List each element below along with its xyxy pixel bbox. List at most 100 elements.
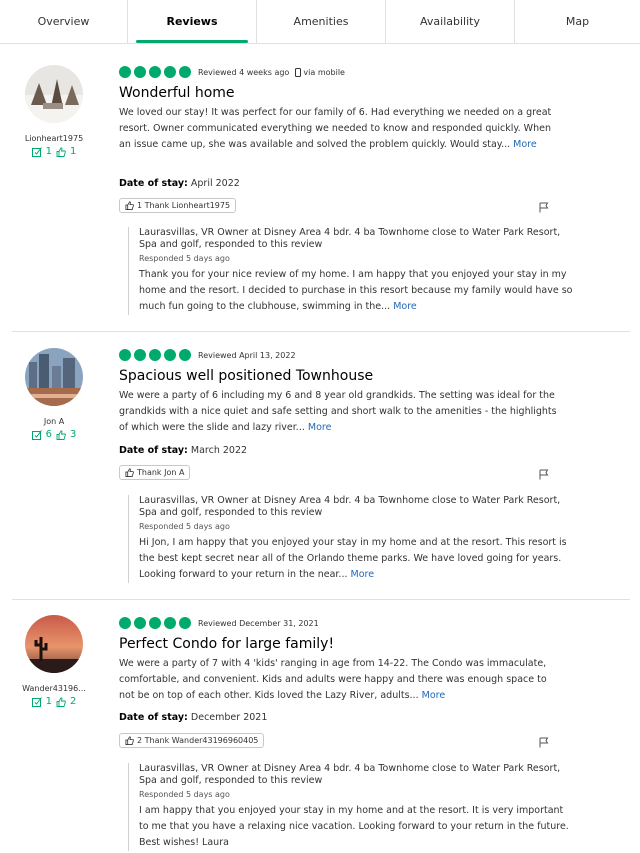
response-body: I am happy that you enjoyed your stay in…	[139, 805, 569, 848]
date-of-stay-value: April 2022	[190, 178, 240, 189]
response-date: Responded 5 days ago	[139, 790, 230, 799]
thumbs-up-icon	[56, 429, 66, 440]
review-date: Reviewed December 31, 2021	[198, 619, 319, 628]
review-device: via mobile	[303, 68, 345, 77]
date-of-stay-label: Date of stay:	[119, 178, 188, 189]
rating-bubble	[134, 617, 146, 629]
review-meta: Reviewed 4 weeks ago via mobile	[198, 68, 345, 77]
flag-icon[interactable]	[539, 469, 549, 480]
response-date: Responded 5 days ago	[139, 254, 230, 263]
response-text: I am happy that you enjoyed your stay in…	[139, 803, 574, 851]
flag-icon[interactable]	[539, 737, 549, 748]
avatar[interactable]	[25, 348, 83, 406]
response-title: Laurasvillas, VR Owner at Disney Area 4 …	[139, 227, 561, 250]
thumbs-up-icon	[125, 468, 134, 477]
owner-response: Laurasvillas, VR Owner at Disney Area 4 …	[128, 227, 574, 315]
response-text: Hi Jon, I am happy that you enjoyed your…	[139, 535, 574, 583]
rating-bubble	[119, 617, 131, 629]
rating-bubble	[119, 66, 131, 78]
date-of-stay-value: March 2022	[190, 445, 248, 456]
contributions-count: 1	[45, 696, 52, 707]
review-title[interactable]: Spacious well positioned Townhouse	[119, 368, 373, 384]
tab-bar: Overview Reviews Amenities Availability …	[0, 0, 640, 44]
username[interactable]: Lionheart1975	[12, 134, 96, 143]
thank-label: Thank Jon A	[137, 468, 185, 477]
response-body: Thank you for your nice review of my hom…	[139, 269, 573, 312]
response-title: Laurasvillas, VR Owner at Disney Area 4 …	[139, 495, 561, 518]
review-text: We were a party of 6 including my 6 and …	[119, 388, 559, 436]
thank-label: 2 Thank Wander43196960405	[137, 736, 259, 745]
review-text: We were a party of 7 with 4 'kids' rangi…	[119, 656, 559, 704]
username[interactable]: Jon A	[12, 417, 96, 426]
owner-response: Laurasvillas, VR Owner at Disney Area 4 …	[128, 495, 574, 583]
thank-button[interactable]: Thank Jon A	[119, 465, 191, 480]
review-text: We loved our stay! It was perfect for ou…	[119, 105, 559, 153]
contributions-count: 1	[45, 146, 52, 157]
user-counts: 6 3	[12, 429, 96, 440]
rating-bubble	[164, 66, 176, 78]
contribution-icon	[31, 696, 42, 707]
response-text: Thank you for your nice review of my hom…	[139, 267, 574, 315]
contribution-icon	[31, 429, 42, 440]
review-body: We were a party of 6 including my 6 and …	[119, 390, 557, 433]
date-of-stay: Date of stay: March 2022	[119, 445, 247, 456]
bubble-rating	[119, 349, 191, 361]
read-more-link[interactable]: More	[393, 301, 417, 312]
response-date: Responded 5 days ago	[139, 522, 230, 531]
date-of-stay-label: Date of stay:	[119, 712, 188, 723]
review-date: Reviewed April 13, 2022	[198, 351, 296, 360]
review-body: We were a party of 7 with 4 'kids' rangi…	[119, 658, 547, 701]
thumbs-up-icon	[56, 146, 66, 157]
read-more-link[interactable]: More	[513, 139, 537, 150]
rating-bubble	[179, 617, 191, 629]
username[interactable]: Wander43196...	[12, 684, 96, 693]
flag-icon[interactable]	[539, 202, 549, 213]
date-of-stay-label: Date of stay:	[119, 445, 188, 456]
date-of-stay: Date of stay: December 2021	[119, 712, 267, 723]
tab-overview[interactable]: Overview	[0, 0, 128, 43]
review-card: Jon A 6 3 Reviewed April 13, 2022 Spacio…	[12, 333, 630, 600]
review-meta: Reviewed December 31, 2021	[198, 619, 319, 628]
helpful-count: 1	[70, 146, 77, 157]
review-date: Reviewed 4 weeks ago	[198, 68, 290, 77]
review-title[interactable]: Wonderful home	[119, 85, 235, 101]
tab-amenities[interactable]: Amenities	[257, 0, 386, 43]
review-body: We loved our stay! It was perfect for ou…	[119, 107, 552, 150]
review-title[interactable]: Perfect Condo for large family!	[119, 636, 334, 652]
rating-bubble	[134, 66, 146, 78]
review-card: Lionheart1975 1 1 Reviewed 4 weeks ago v…	[12, 50, 630, 332]
bubble-rating	[119, 66, 191, 78]
thank-button[interactable]: 2 Thank Wander43196960405	[119, 733, 265, 748]
review-meta: Reviewed April 13, 2022	[198, 351, 296, 360]
rating-bubble	[149, 617, 161, 629]
owner-response: Laurasvillas, VR Owner at Disney Area 4 …	[128, 763, 574, 851]
helpful-count: 3	[70, 429, 77, 440]
rating-bubble	[134, 349, 146, 361]
rating-bubble	[149, 349, 161, 361]
rating-bubble	[179, 349, 191, 361]
thank-button[interactable]: 1 Thank Lionheart1975	[119, 198, 237, 213]
rating-bubble	[164, 617, 176, 629]
review-card: Wander43196... 1 2 Reviewed December 31,…	[12, 601, 630, 853]
tab-availability[interactable]: Availability	[386, 0, 515, 43]
avatar[interactable]	[25, 615, 83, 673]
bubble-rating	[119, 617, 191, 629]
thumbs-up-icon	[125, 201, 134, 210]
read-more-link[interactable]: More	[351, 569, 375, 580]
rating-bubble	[119, 349, 131, 361]
date-of-stay-value: December 2021	[190, 712, 268, 723]
user-counts: 1 1	[12, 146, 96, 157]
user-counts: 1 2	[12, 696, 96, 707]
tab-reviews[interactable]: Reviews	[128, 0, 257, 43]
helpful-count: 2	[70, 696, 77, 707]
avatar[interactable]	[25, 65, 83, 123]
rating-bubble	[149, 66, 161, 78]
thank-label: 1 Thank Lionheart1975	[137, 201, 231, 210]
rating-bubble	[164, 349, 176, 361]
contribution-icon	[31, 146, 42, 157]
read-more-link[interactable]: More	[308, 422, 332, 433]
tab-map[interactable]: Map	[515, 0, 640, 43]
read-more-link[interactable]: More	[422, 690, 446, 701]
thumbs-up-icon	[125, 736, 134, 745]
response-title: Laurasvillas, VR Owner at Disney Area 4 …	[139, 763, 561, 786]
